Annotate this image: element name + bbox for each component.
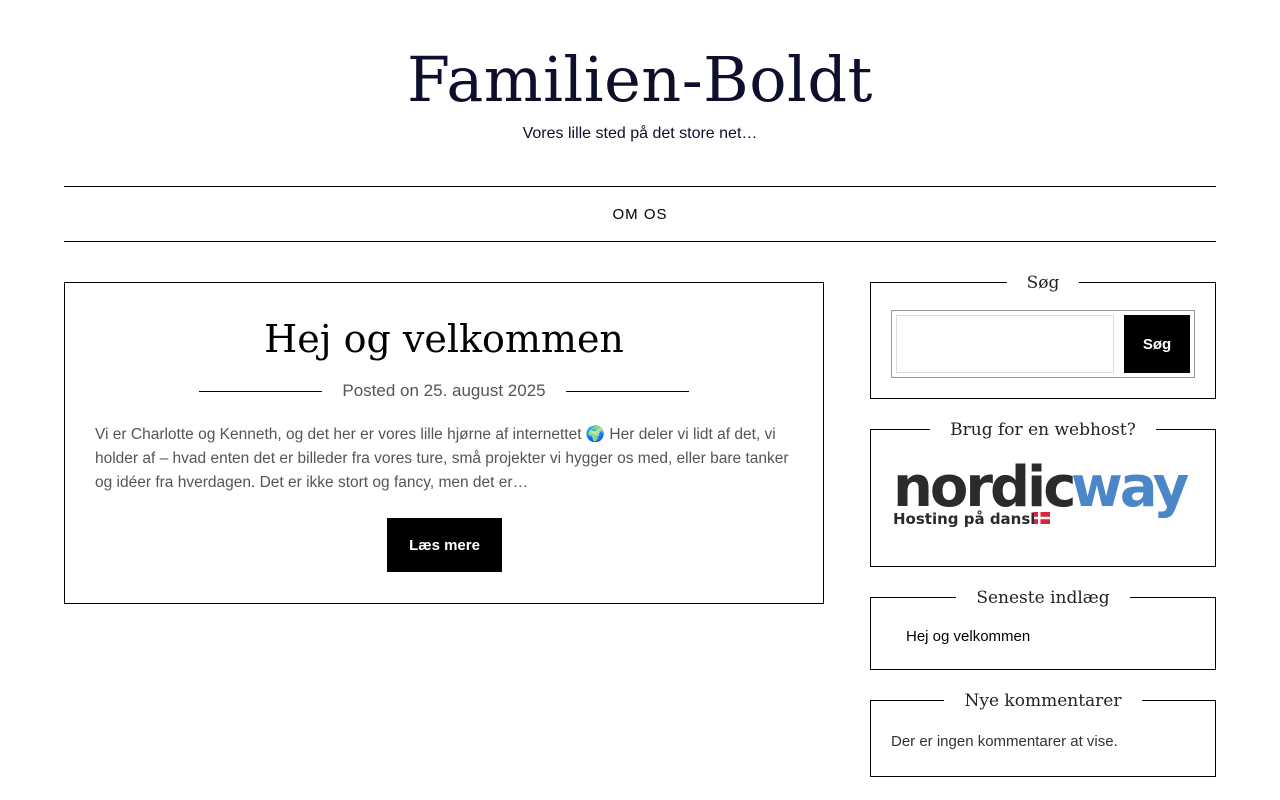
site-title[interactable]: Familien-Boldt bbox=[0, 40, 1280, 120]
webhost-widget: Brug for en webhost? nordic way Hosting … bbox=[870, 420, 1216, 567]
widget-title: Nye kommentarer bbox=[871, 689, 1215, 713]
no-comments-text: Der er ingen kommentarer at vise. bbox=[891, 733, 1118, 750]
recent-posts-title: Seneste indlæg bbox=[956, 588, 1130, 608]
recent-comments-title: Nye kommentarer bbox=[944, 691, 1142, 711]
recent-post-link[interactable]: Hej og velkommen bbox=[906, 628, 1030, 645]
recent-posts-widget: Seneste indlæg Hej og velkommen bbox=[870, 588, 1216, 670]
search-form: Søg bbox=[891, 310, 1195, 378]
search-widget-title: Søg bbox=[1006, 273, 1080, 293]
search-button[interactable]: Søg bbox=[1124, 315, 1190, 373]
meta-divider-right bbox=[565, 390, 689, 392]
nordicway-logo-image: nordic way Hosting på dansk bbox=[893, 455, 1192, 528]
read-more-button[interactable]: Læs mere bbox=[387, 518, 502, 572]
main-navigation: OM OS bbox=[64, 186, 1216, 242]
post-date-link[interactable]: 25. august 2025 bbox=[424, 381, 546, 400]
search-input[interactable] bbox=[896, 315, 1114, 373]
webhost-widget-title: Brug for en webhost? bbox=[930, 420, 1156, 440]
svg-text:way: way bbox=[1071, 456, 1189, 520]
post-date-text: Posted on 25. august 2025 bbox=[322, 381, 565, 401]
search-widget: Søg Søg bbox=[870, 273, 1216, 399]
svg-text:Hosting på dansk: Hosting på dansk bbox=[893, 510, 1041, 528]
widget-title: Brug for en webhost? bbox=[871, 418, 1215, 442]
widget-title: Seneste indlæg bbox=[871, 586, 1215, 610]
meta-prefix: Posted on bbox=[342, 381, 419, 400]
danish-flag-icon bbox=[1034, 512, 1050, 524]
widget-title: Søg bbox=[871, 271, 1215, 295]
post-excerpt: Vi er Charlotte og Kenneth, og det her e… bbox=[95, 426, 789, 491]
post-card: Hej og velkommen Posted on 25. august 20… bbox=[64, 282, 824, 604]
nav-item-om-os[interactable]: OM OS bbox=[612, 206, 667, 223]
nordicway-logo[interactable]: nordic way Hosting på dansk bbox=[893, 455, 1197, 528]
post-meta: Posted on 25. august 2025 bbox=[65, 379, 823, 403]
meta-divider-left bbox=[199, 390, 323, 392]
recent-comments-widget: Nye kommentarer Der er ingen kommentarer… bbox=[870, 691, 1216, 777]
site-tagline: Vores lille sted på det store net… bbox=[522, 125, 758, 142]
post-title[interactable]: Hej og velkommen bbox=[65, 315, 823, 363]
